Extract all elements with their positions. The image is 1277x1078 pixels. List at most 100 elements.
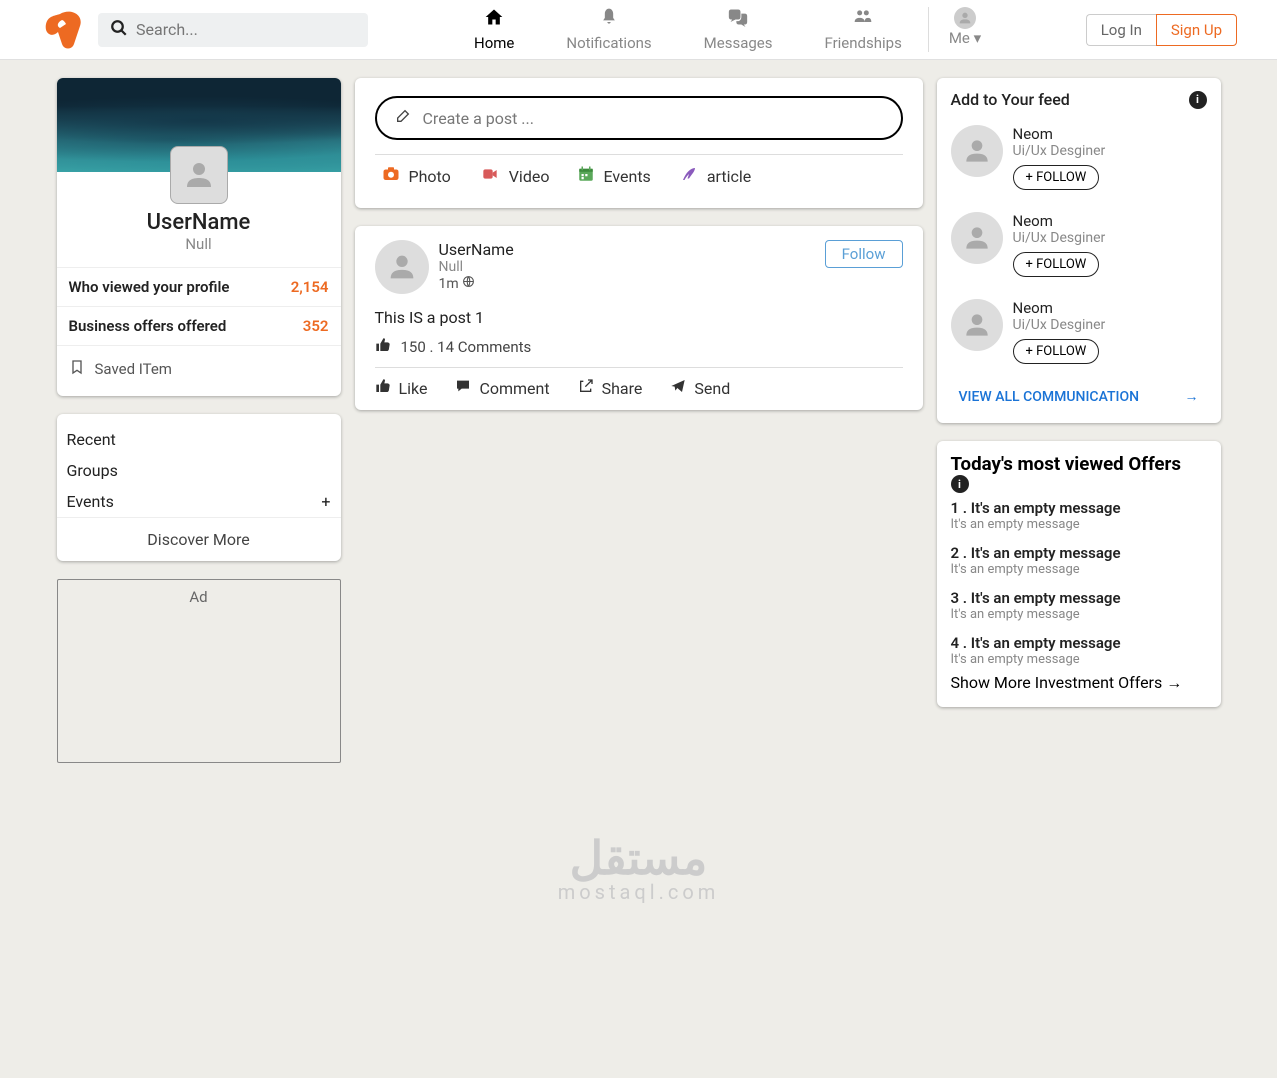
offers-title: Today's most viewed Offers [951, 453, 1207, 475]
post-subtitle: Null [439, 259, 514, 275]
profile-card: UserName Null Who viewed your profile 2,… [57, 78, 341, 396]
follow-button[interactable]: + FOLLOW [1013, 252, 1100, 277]
signup-button[interactable]: Sign Up [1156, 14, 1237, 46]
login-button[interactable]: Log In [1086, 14, 1156, 46]
video-icon [479, 166, 501, 187]
header: Home Notifications Messages Friendships … [0, 0, 1277, 60]
nav-me[interactable]: Me ▾ [928, 7, 1007, 52]
share-action[interactable]: Share [578, 378, 643, 398]
comment-action[interactable]: Comment [455, 378, 549, 398]
suggestion-name[interactable]: Neom [1013, 125, 1106, 143]
footer-big: مستقل [0, 831, 1277, 886]
logo[interactable] [40, 10, 84, 50]
suggestion-name[interactable]: Neom [1013, 299, 1106, 317]
arrow-right-icon: → [1185, 388, 1199, 405]
feather-icon [679, 165, 699, 188]
left-column: UserName Null Who viewed your profile 2,… [57, 78, 341, 763]
composer-article[interactable]: article [679, 165, 751, 188]
send-icon [670, 378, 686, 398]
footer-brand: مستقل mostaql.com [0, 781, 1277, 924]
header-actions: Log In Sign Up [1086, 14, 1237, 46]
right-column: Add to Your feed i Neom Ui/Ux Desginer +… [937, 78, 1221, 763]
follow-button[interactable]: + FOLLOW [1013, 339, 1100, 364]
search-icon [110, 19, 128, 41]
post-actions: Like Comment Share Send [375, 378, 903, 398]
suggestion-name[interactable]: Neom [1013, 212, 1106, 230]
profile-avatar[interactable] [170, 146, 228, 204]
suggestion-sub: Ui/Ux Desginer [1013, 317, 1106, 333]
discover-more[interactable]: Discover More [57, 517, 341, 561]
nav-notifications[interactable]: Notifications [540, 7, 677, 52]
offer-2[interactable]: 2 . It's an empty message It's an empty … [951, 538, 1207, 583]
discover-recent[interactable]: Recent [57, 424, 341, 455]
composer-video[interactable]: Video [479, 165, 550, 188]
suggestion-2: Neom Ui/Ux Desginer + FOLLOW [951, 204, 1207, 291]
suggestion-sub: Ui/Ux Desginer [1013, 143, 1106, 159]
post: UserName Null 1m Follow This IS a post 1 [355, 226, 923, 410]
follow-button[interactable]: + FOLLOW [1013, 165, 1100, 190]
offer-title: 2 . It's an empty message [951, 544, 1207, 562]
send-action[interactable]: Send [670, 378, 730, 398]
post-time: 1m [439, 275, 514, 292]
profile-name: UserName [57, 210, 341, 235]
offer-1[interactable]: 1 . It's an empty message It's an empty … [951, 493, 1207, 538]
suggestion-avatar[interactable] [951, 212, 1003, 264]
offer-title: 3 . It's an empty message [951, 589, 1207, 607]
view-all-communication[interactable]: VIEW ALL COMMUNICATION → [951, 378, 1207, 409]
bell-icon [599, 7, 619, 32]
arrow-right-icon: → [1166, 673, 1182, 692]
offer-sub: It's an empty message [951, 652, 1207, 667]
offer-sub: It's an empty message [951, 517, 1207, 532]
friends-icon [852, 7, 874, 32]
profile-subtitle: Null [57, 235, 341, 253]
nav-messages[interactable]: Messages [678, 7, 799, 52]
search-box[interactable] [98, 13, 368, 47]
show-more-offers[interactable]: Show More Investment Offers → [951, 673, 1207, 693]
composer: Create a post ... Photo Video [355, 78, 923, 208]
composer-photo[interactable]: Photo [381, 165, 451, 188]
comment-icon [455, 378, 471, 398]
offer-4[interactable]: 4 . It's an empty message It's an empty … [951, 628, 1207, 673]
thumbs-up-icon [375, 378, 391, 398]
edit-icon [395, 108, 411, 128]
stat-label: Business offers offered [69, 317, 227, 335]
home-icon [483, 7, 505, 32]
nav-notifications-label: Notifications [566, 34, 651, 52]
saved-items[interactable]: Saved ITem [57, 345, 341, 396]
info-icon[interactable]: i [951, 475, 969, 493]
composer-tabs: Photo Video Events [375, 165, 903, 188]
camera-icon [381, 165, 401, 188]
post-follow-button[interactable]: Follow [825, 240, 903, 268]
search-input[interactable] [136, 20, 356, 39]
plus-icon[interactable]: + [321, 492, 330, 511]
discover-events[interactable]: Events + [57, 486, 341, 517]
nav-home[interactable]: Home [448, 7, 540, 52]
offer-title: 4 . It's an empty message [951, 634, 1207, 652]
footer-small: mostaql.com [0, 880, 1277, 904]
suggestion-avatar[interactable] [951, 125, 1003, 177]
suggestion-avatar[interactable] [951, 299, 1003, 351]
thumbs-up-icon [375, 337, 391, 357]
composer-input[interactable]: Create a post ... [375, 96, 903, 140]
post-avatar[interactable] [375, 240, 429, 294]
main-container: UserName Null Who viewed your profile 2,… [39, 60, 1239, 781]
like-action[interactable]: Like [375, 378, 428, 398]
discover-groups[interactable]: Groups [57, 455, 341, 486]
stat-profile-views[interactable]: Who viewed your profile 2,154 [57, 267, 341, 306]
stat-value: 352 [303, 317, 329, 335]
nav-home-label: Home [474, 34, 514, 52]
nav-friendships[interactable]: Friendships [798, 7, 927, 52]
offer-3[interactable]: 3 . It's an empty message It's an empty … [951, 583, 1207, 628]
suggestion-3: Neom Ui/Ux Desginer + FOLLOW [951, 291, 1207, 378]
stat-business-offers[interactable]: Business offers offered 352 [57, 306, 341, 345]
post-author[interactable]: UserName [439, 240, 514, 259]
composer-events[interactable]: Events [577, 165, 650, 188]
center-column: Create a post ... Photo Video [355, 78, 923, 763]
globe-icon [462, 276, 475, 292]
post-stats: 150 . 14 Comments [375, 337, 903, 357]
info-icon[interactable]: i [1189, 91, 1207, 109]
suggestion-1: Neom Ui/Ux Desginer + FOLLOW [951, 117, 1207, 204]
nav-messages-label: Messages [704, 34, 773, 52]
share-icon [578, 378, 594, 398]
suggestion-sub: Ui/Ux Desginer [1013, 230, 1106, 246]
